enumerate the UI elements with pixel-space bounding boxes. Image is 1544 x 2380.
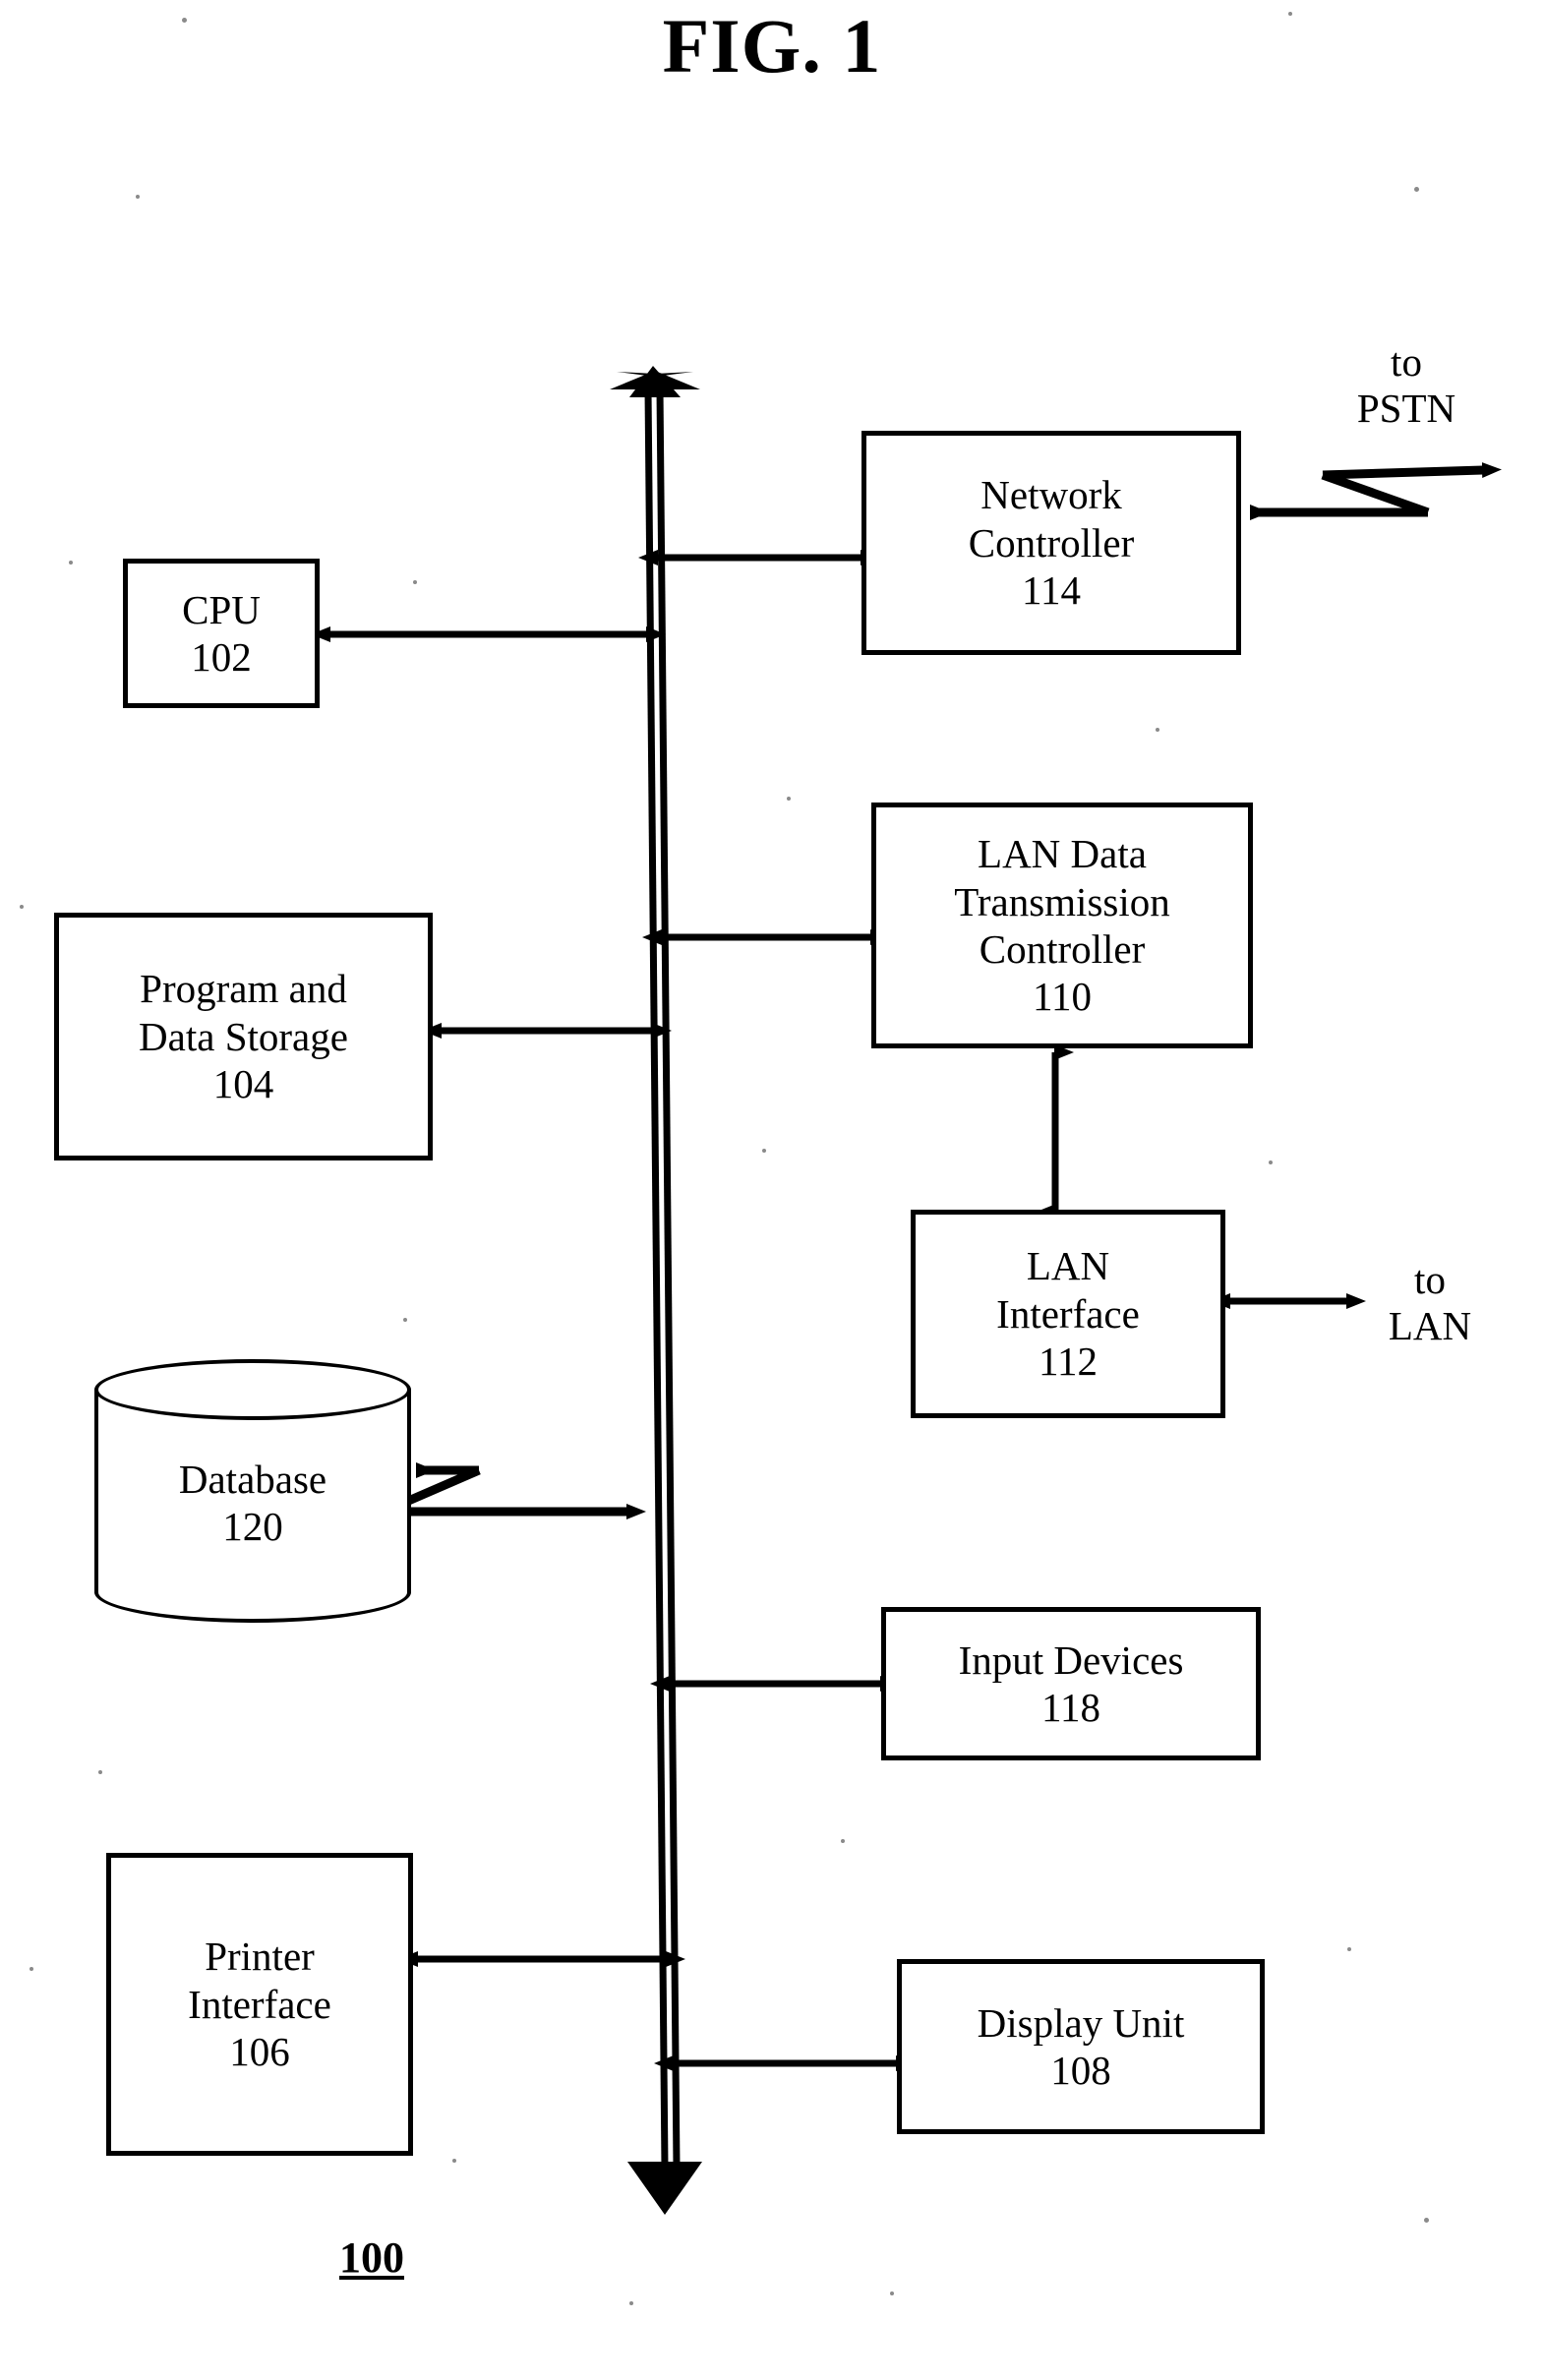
system-bus: [610, 366, 702, 2215]
node-cpu-line-1: 102: [191, 634, 252, 680]
node-printer-line-1: Interface: [188, 1981, 331, 2027]
scan-speckle: [787, 797, 791, 801]
node-display-unit[interactable]: Display Unit 108: [897, 1959, 1265, 2134]
patent-figure-page: FIG. 1 CPU 102 Program and Data Storage …: [0, 0, 1544, 2380]
scan-speckle: [1414, 187, 1419, 192]
scan-speckle: [182, 18, 187, 23]
connector-network-controller-pstn: [1250, 462, 1502, 520]
node-printer-line-2: 106: [229, 2029, 290, 2075]
label-to-pstn-line-0: to: [1391, 339, 1422, 385]
scan-speckle: [452, 2159, 456, 2163]
node-display-line-1: 108: [1050, 2048, 1111, 2093]
scan-speckle: [841, 1839, 845, 1843]
scan-speckle: [1288, 12, 1292, 16]
scan-speckle: [136, 195, 140, 199]
node-cpu-line-0: CPU: [182, 586, 261, 632]
connector-database-bus: [382, 1462, 646, 1519]
scan-speckle: [629, 2301, 633, 2305]
database-label-group: Database 120: [94, 1359, 411, 1623]
node-lan-interface[interactable]: LAN Interface 112: [911, 1210, 1225, 1418]
node-laniface-line-0: LAN: [1026, 1243, 1110, 1289]
node-laniface-line-2: 112: [1039, 1339, 1098, 1385]
node-program-data-storage[interactable]: Program and Data Storage 104: [54, 913, 433, 1160]
node-network-controller[interactable]: Network Controller 114: [861, 431, 1241, 655]
node-lan-data-transmission-controller[interactable]: LAN Data Transmission Controller 110: [871, 803, 1253, 1048]
node-input-line-0: Input Devices: [958, 1636, 1184, 1683]
node-landata-line-3: 110: [1033, 974, 1092, 1020]
node-landata-line-1: Transmission: [954, 878, 1170, 924]
scan-speckle: [98, 1770, 102, 1774]
node-display-line-0: Display Unit: [977, 1999, 1185, 2046]
label-to-pstn-line-1: PSTN: [1356, 385, 1456, 431]
node-input-line-1: 118: [1041, 1685, 1100, 1730]
node-landata-line-0: LAN Data: [978, 831, 1147, 877]
node-database-line-1: 120: [222, 1504, 283, 1549]
scan-speckle: [30, 1967, 33, 1971]
scan-speckle: [20, 905, 24, 909]
scan-speckle: [890, 2291, 894, 2295]
scan-speckle: [1156, 728, 1159, 732]
node-network-line-0: Network: [980, 472, 1122, 518]
figure-title: FIG. 1: [662, 3, 882, 89]
node-cpu[interactable]: CPU 102: [123, 559, 320, 708]
node-storage-line-0: Program and: [140, 966, 347, 1012]
scan-speckle: [1269, 1160, 1273, 1164]
scan-speckle: [403, 1318, 407, 1322]
label-to-lan-line-1: LAN: [1388, 1302, 1472, 1348]
node-laniface-line-1: Interface: [996, 1290, 1140, 1337]
scan-speckle: [762, 1149, 766, 1153]
node-database[interactable]: Database 120: [94, 1359, 411, 1623]
figure-reference-numeral: 100: [339, 2233, 404, 2282]
node-database-line-0: Database: [178, 1456, 327, 1502]
scan-speckle: [1424, 2218, 1429, 2223]
node-printer-interface[interactable]: Printer Interface 106: [106, 1853, 413, 2156]
node-storage-line-1: Data Storage: [139, 1013, 348, 1059]
scan-speckle: [1347, 1947, 1351, 1951]
label-to-lan-line-0: to: [1414, 1257, 1446, 1302]
node-network-line-1: Controller: [968, 519, 1135, 565]
node-printer-line-0: Printer: [205, 1934, 315, 1980]
scan-speckle: [69, 561, 73, 565]
scan-speckle: [413, 580, 417, 584]
label-to-pstn: to PSTN: [1328, 339, 1485, 431]
node-input-devices[interactable]: Input Devices 118: [881, 1607, 1261, 1760]
label-to-lan: to LAN: [1351, 1257, 1509, 1348]
node-landata-line-2: Controller: [979, 926, 1146, 972]
node-storage-line-2: 104: [212, 1061, 274, 1107]
node-network-line-2: 114: [1022, 567, 1081, 614]
